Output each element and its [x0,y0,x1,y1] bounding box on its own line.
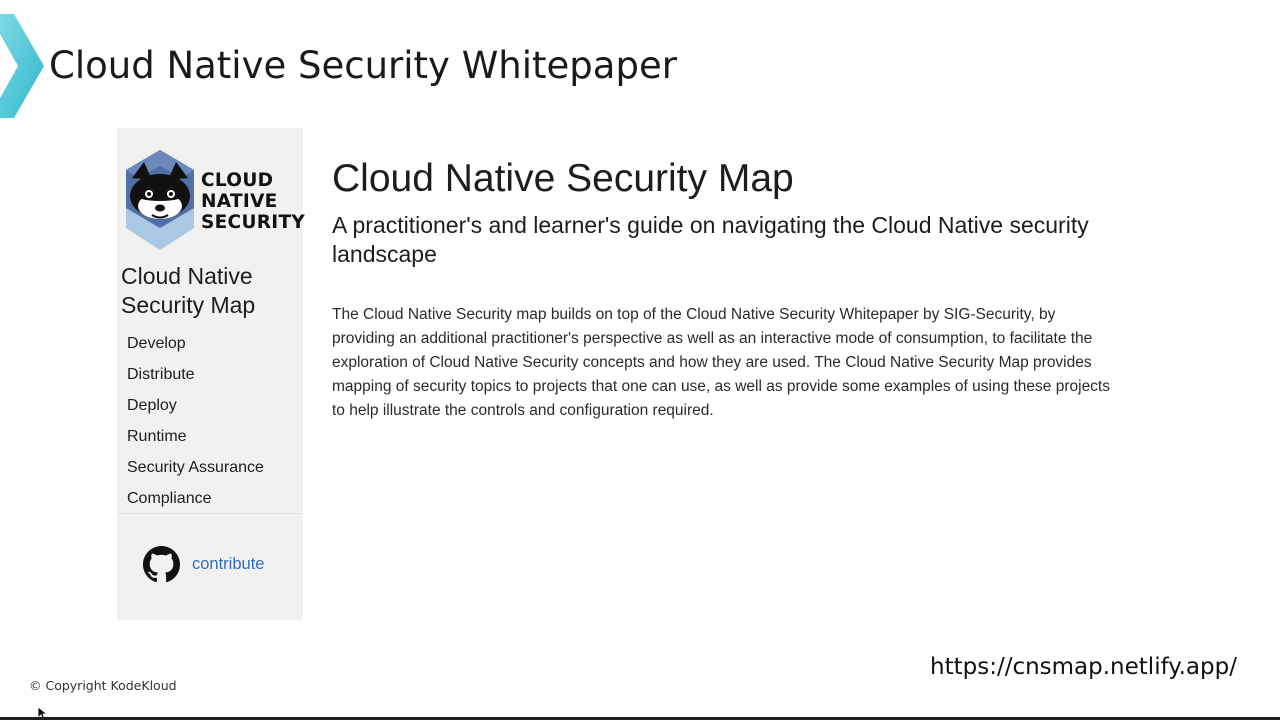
slide: Cloud Native Security Whitepaper CLOUD N… [0,0,1280,720]
logo-text-line: CLOUD [201,170,274,191]
contribute-link[interactable]: contribute [143,546,264,583]
chevron-accent-icon [0,14,44,118]
page-description: The Cloud Native Security map builds on … [332,306,1110,419]
main-content: Cloud Native Security Map A practitioner… [332,150,1132,423]
sidebar: CLOUD NATIVE SECURITY Cloud Native Secur… [117,128,305,620]
sidebar-item-deploy[interactable]: Deploy [127,390,264,421]
contribute-label: contribute [192,555,265,573]
sidebar-title[interactable]: Cloud Native Security Map [121,262,301,320]
sidebar-item-distribute[interactable]: Distribute [127,359,264,390]
raccoon-shield-logo-icon [126,150,194,250]
sidebar-item-runtime[interactable]: Runtime [127,421,264,452]
sidebar-divider [117,513,303,514]
sidebar-item-compliance[interactable]: Compliance [127,483,264,514]
sidebar-item-security-assurance[interactable]: Security Assurance [127,452,264,483]
sidebar-nav: Develop Distribute Deploy Runtime Securi… [127,328,264,514]
logo-text: CLOUD NATIVE SECURITY [201,170,305,233]
sidebar-item-develop[interactable]: Develop [127,328,264,359]
github-icon [143,546,180,583]
cloud-native-security-logo[interactable]: CLOUD NATIVE SECURITY [122,148,305,252]
page-title: Cloud Native Security Map [332,157,794,200]
slide-title: Cloud Native Security Whitepaper [49,44,677,87]
logo-text-line: NATIVE [201,191,278,212]
site-url: https://cnsmap.netlify.app/ [930,654,1237,680]
copyright-text: © Copyright KodeKloud [29,678,177,693]
logo-text-line: SECURITY [201,212,306,233]
page-subtitle: A practitioner's and learner's guide on … [332,212,1089,267]
